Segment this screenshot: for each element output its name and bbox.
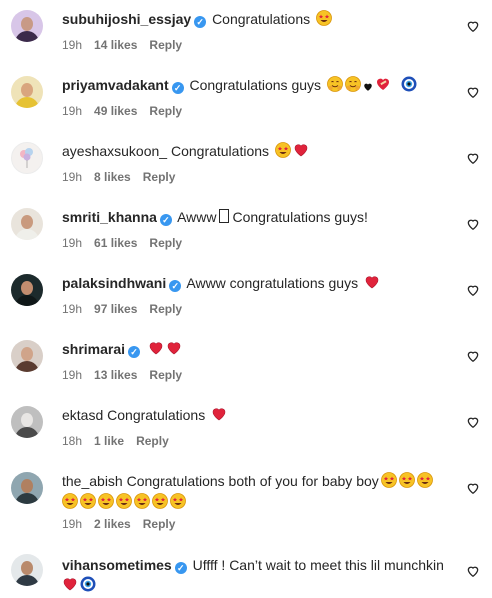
like-count[interactable]: 97 likes [94, 302, 137, 316]
comment-text: Congratulations guys! [232, 209, 368, 225]
comment-text: Congratulations [107, 407, 206, 423]
comment-text: Uffff ! Can’t wait to meet this lil munc… [192, 557, 444, 573]
heart-outline-icon[interactable] [466, 151, 480, 165]
emoji-row [62, 491, 452, 515]
heart-outline-icon[interactable] [466, 564, 480, 578]
verified-badge-icon: ✓ [169, 280, 182, 292]
comment-time: 18h [62, 434, 83, 448]
star-struck-emoji-icon [316, 10, 332, 32]
star-struck-emoji-icon [62, 493, 78, 515]
like-count[interactable]: 8 likes [94, 170, 131, 184]
comment-username[interactable]: priyamvadakant [62, 77, 169, 93]
comment-text: Awww congratulations guys [186, 275, 359, 291]
avatar[interactable] [11, 142, 43, 174]
heart-outline-icon[interactable] [466, 481, 480, 495]
avatar[interactable] [11, 406, 43, 438]
comment-username[interactable]: the_abish [62, 473, 123, 489]
comment-time: 19h [62, 38, 83, 52]
star-struck-emoji-icon [170, 493, 186, 515]
red-heart-emoji-icon [211, 406, 227, 428]
comment-time: 19h [62, 236, 83, 250]
avatar[interactable] [11, 76, 43, 108]
comment-username[interactable]: ektasd [62, 407, 103, 423]
comment-text: Congratulations guys [189, 77, 322, 93]
reply-button[interactable]: Reply [143, 170, 176, 184]
avatar[interactable] [11, 340, 43, 372]
comment-username[interactable]: smriti_khanna [62, 209, 157, 225]
avatar[interactable] [11, 472, 43, 504]
like-count[interactable]: 1 like [94, 434, 124, 448]
red-heart-emoji-icon [364, 274, 380, 296]
reply-button[interactable]: Reply [149, 104, 182, 118]
star-struck-emoji-icon [275, 142, 291, 164]
nazar-amulet-emoji-icon [80, 576, 96, 598]
comment-time: 19h [62, 170, 83, 184]
emoji-row [62, 574, 452, 598]
verified-badge-icon: ✓ [159, 214, 172, 226]
comment-time: 19h [62, 368, 83, 382]
reply-button[interactable]: Reply [149, 302, 182, 316]
star-struck-emoji-icon [134, 493, 150, 515]
like-count[interactable]: 61 likes [94, 236, 137, 250]
comment-text: Awww [177, 209, 217, 225]
comment-text: Congratulations both of you for baby boy [126, 473, 379, 489]
reply-button[interactable]: Reply [136, 434, 169, 448]
reply-button[interactable]: Reply [149, 38, 182, 52]
like-count[interactable]: 14 likes [94, 38, 137, 52]
heart-outline-icon[interactable] [466, 283, 480, 297]
reply-button[interactable]: Reply [149, 368, 182, 382]
avatar[interactable] [11, 10, 43, 42]
comment-username[interactable]: ayeshaxsukoon_ [62, 143, 167, 159]
comment-text: Congratulations [170, 143, 270, 159]
heart-outline-icon[interactable] [466, 415, 480, 429]
avatar[interactable] [11, 208, 43, 240]
comment-text: Congratulations [212, 11, 311, 27]
comment-username[interactable]: shrimarai [62, 341, 125, 357]
missing-glyph-icon [219, 209, 230, 223]
red-heart-emoji-icon [293, 142, 309, 164]
comment-username[interactable]: vihansometimes [62, 557, 172, 573]
like-count[interactable]: 13 likes [94, 368, 137, 382]
nazar-amulet-emoji-icon [401, 76, 417, 98]
star-struck-emoji-icon [98, 493, 114, 515]
comment-username[interactable]: palaksindhwani [62, 275, 166, 291]
mending-heart-emoji-icon [375, 76, 391, 98]
heart-outline-icon[interactable] [466, 85, 480, 99]
hugging-face-emoji-icon [327, 76, 343, 98]
verified-badge-icon: ✓ [174, 562, 187, 574]
reply-button[interactable]: Reply [149, 236, 182, 250]
verified-badge-icon: ✓ [128, 346, 141, 358]
comment-time: 19h [62, 104, 83, 118]
black-heart-emoji-icon [363, 76, 373, 98]
heart-outline-icon[interactable] [466, 349, 480, 363]
comment-username[interactable]: subuhijoshi_essjay [62, 11, 191, 27]
red-heart-emoji-icon [166, 340, 182, 362]
reply-button[interactable]: Reply [143, 517, 176, 531]
balloons-illustration [20, 148, 33, 168]
avatar[interactable] [11, 554, 43, 586]
heart-outline-icon[interactable] [466, 217, 480, 231]
like-count[interactable]: 49 likes [94, 104, 137, 118]
star-struck-emoji-icon [80, 493, 96, 515]
comment-time: 19h [62, 517, 83, 531]
like-count[interactable]: 2 likes [94, 517, 131, 531]
comment-time: 19h [62, 302, 83, 316]
avatar[interactable] [11, 274, 43, 306]
heart-outline-icon[interactable] [466, 19, 480, 33]
red-heart-emoji-icon [62, 576, 78, 598]
hugging-face-emoji-icon [345, 76, 361, 98]
verified-badge-icon: ✓ [171, 82, 184, 94]
verified-badge-icon: ✓ [194, 16, 207, 28]
star-struck-emoji-icon [152, 493, 168, 515]
red-heart-emoji-icon [148, 340, 164, 362]
star-struck-emoji-icon [116, 493, 132, 515]
